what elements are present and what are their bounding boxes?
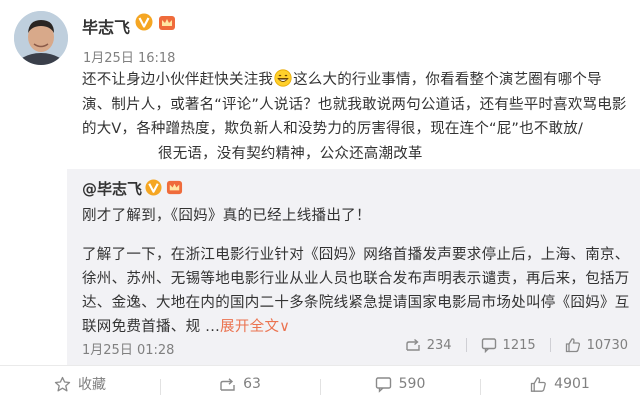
grin-emoji-icon	[274, 69, 292, 87]
repost-like-count: 10730	[586, 337, 628, 353]
post-timestamp[interactable]: 1月25日 16:18	[83, 47, 175, 66]
verified-v-icon	[145, 179, 162, 196]
author-name[interactable]: 毕志飞	[82, 14, 130, 38]
chevron-down-icon[interactable]: ∨	[279, 319, 290, 335]
forward-icon	[220, 377, 235, 391]
action-bar: 收藏 63 590 4901	[0, 365, 640, 402]
post-text-part3: 很无语，没有契约精神，公众还高潮改革	[158, 145, 423, 162]
comment-icon	[481, 338, 496, 353]
divider	[465, 338, 467, 352]
star-icon	[54, 376, 71, 391]
repost-comment-count: 1215	[502, 337, 536, 353]
comment-count: 590	[398, 376, 426, 392]
avatar-photo	[14, 11, 68, 65]
verified-v-icon	[135, 13, 153, 31]
post-text-part1: 还不让身边小伙伴赶快关注我	[82, 72, 274, 88]
collect-button[interactable]: 收藏	[0, 374, 160, 394]
divider	[549, 338, 551, 352]
repost-timestamp[interactable]: 1月25日 01:28	[82, 339, 174, 358]
expand-label[interactable]: 展开全文	[220, 319, 279, 335]
thumbs-up-icon	[531, 376, 547, 392]
repost-stat-like[interactable]: 10730	[565, 337, 628, 353]
repost-stat-forward[interactable]: 234	[405, 337, 452, 353]
thumbs-up-icon	[565, 338, 580, 353]
collect-label: 收藏	[78, 377, 106, 393]
repost-first-line: 刚才了解到，《囧妈》真的已经上线播出了！	[82, 208, 371, 224]
post-text: 还不让身边小伙伴赶快关注我 这么大的行业事情，你看看整个演艺圈有哪个导演、制片人…	[82, 68, 630, 166]
repost-button[interactable]: 63	[160, 376, 320, 395]
repost-paragraph: 了解了一下，在浙江电影行业针对《囧妈》网络首播发声要求停止后，上海、南京、徐州、…	[82, 243, 632, 339]
repost-stat-comment[interactable]: 1215	[481, 337, 536, 353]
repost-stats: 234 1215 10730	[405, 337, 628, 353]
like-count: 4901	[554, 376, 590, 392]
expand-full-text-link[interactable]: 展开全文∨	[220, 319, 290, 335]
repost-forward-count: 234	[426, 337, 452, 353]
author-avatar[interactable]	[14, 11, 68, 65]
reposted-weibo[interactable]: @毕志飞 刚才了解到，《囧妈》真的已经上线播出了！ 了解了一下，在浙江电影行业针…	[67, 169, 640, 365]
member-crown-icon[interactable]	[158, 14, 176, 32]
comment-button[interactable]: 590	[320, 376, 480, 395]
forward-icon	[406, 338, 420, 351]
member-crown-icon[interactable]	[166, 179, 183, 196]
repost-count: 63	[243, 376, 261, 392]
repost-paragraph-text: 了解了一下，在浙江电影行业针对《囧妈》网络首播发声要求停止后，上海、南京、徐州、…	[82, 247, 630, 335]
comment-icon	[375, 376, 391, 393]
like-button[interactable]: 4901	[480, 376, 640, 395]
repost-author[interactable]: @毕志飞	[82, 178, 142, 199]
